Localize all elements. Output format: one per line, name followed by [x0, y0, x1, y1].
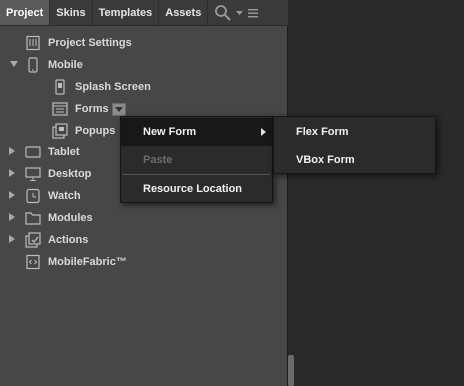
tree-item-popups[interactable]: Popups [52, 120, 115, 142]
collapsed-caret-icon[interactable] [8, 169, 16, 177]
submenu-arrow-icon [261, 128, 266, 136]
tab-skins[interactable]: Skins [50, 0, 93, 25]
collapsed-caret-icon[interactable] [8, 213, 16, 221]
tree-item-watch[interactable]: Watch [25, 185, 81, 207]
menu-item-label: Paste [143, 154, 173, 166]
tab-assets[interactable]: Assets [159, 0, 209, 25]
forms-dropdown-button[interactable] [111, 102, 126, 116]
forms-icon [52, 101, 68, 117]
tree-item-modules[interactable]: Modules [25, 207, 93, 229]
context-menu: New Form Paste Resource Location [120, 116, 273, 203]
collapsed-caret-icon[interactable] [8, 191, 16, 199]
panel-scrollbar[interactable] [288, 355, 294, 386]
menu-item-label: New Form [143, 126, 197, 138]
desktop-monitor-icon [25, 166, 41, 182]
tree-item-label: Tablet [48, 146, 80, 158]
tabbar-tools [208, 0, 259, 25]
code-file-icon [25, 254, 41, 270]
actions-icon [25, 232, 41, 248]
menu-item-vbox-form[interactable]: VBox Form [274, 146, 435, 174]
tree-item-actions[interactable]: Actions [25, 229, 88, 251]
collapsed-caret-icon[interactable] [8, 235, 16, 243]
tree-item-desktop[interactable]: Desktop [25, 163, 91, 185]
tree-item-label: Splash Screen [75, 81, 151, 93]
splash-screen-icon [52, 79, 68, 95]
folder-icon [25, 210, 41, 226]
tree-item-label: Forms [75, 103, 109, 115]
tree-item-project-settings[interactable]: Project Settings [25, 32, 132, 54]
tree-item-label: MobileFabric™ [48, 256, 127, 268]
chevron-down-icon [114, 106, 123, 112]
collapsed-caret-icon[interactable] [8, 147, 16, 155]
tree-item-splash-screen[interactable]: Splash Screen [52, 76, 151, 98]
tablet-device-icon [25, 144, 41, 160]
tree-item-label: Popups [75, 125, 116, 137]
tree-item-label: Actions [48, 234, 89, 246]
settings-document-icon [25, 35, 41, 51]
menu-item-label: Flex Form [296, 126, 349, 138]
mobile-device-icon [25, 57, 41, 73]
tree-item-label: Desktop [48, 168, 92, 180]
panel-tabbar: Project Skins Templates Assets [0, 0, 288, 26]
menu-item-flex-form[interactable]: Flex Form [274, 118, 435, 146]
tree-item-tablet[interactable]: Tablet [25, 141, 80, 163]
search-icon[interactable] [214, 4, 232, 22]
menu-item-paste: Paste [121, 146, 272, 174]
menu-item-label: VBox Form [296, 154, 355, 166]
panel-menu-icon[interactable] [247, 4, 259, 22]
tree-item-label: Mobile [48, 59, 83, 71]
tree-item-label: Project Settings [48, 37, 132, 49]
tree-item-label: Watch [48, 190, 81, 202]
dropdown-caret-icon[interactable] [235, 4, 244, 22]
menu-item-resource-location[interactable]: Resource Location [121, 175, 272, 203]
tree-item-mobilefabric[interactable]: MobileFabric™ [25, 251, 127, 273]
menu-item-label: Resource Location [143, 183, 243, 195]
tree-item-forms[interactable]: Forms [52, 98, 126, 120]
tab-project[interactable]: Project [0, 0, 51, 25]
expanded-caret-icon[interactable] [10, 60, 18, 68]
menu-item-new-form[interactable]: New Form [121, 118, 272, 146]
new-form-submenu: Flex Form VBox Form [273, 116, 436, 174]
tree-item-label: Modules [48, 212, 93, 224]
popups-icon [52, 123, 68, 139]
tab-templates[interactable]: Templates [93, 0, 160, 25]
watch-icon [25, 188, 41, 204]
tree-item-mobile[interactable]: Mobile [25, 54, 83, 76]
